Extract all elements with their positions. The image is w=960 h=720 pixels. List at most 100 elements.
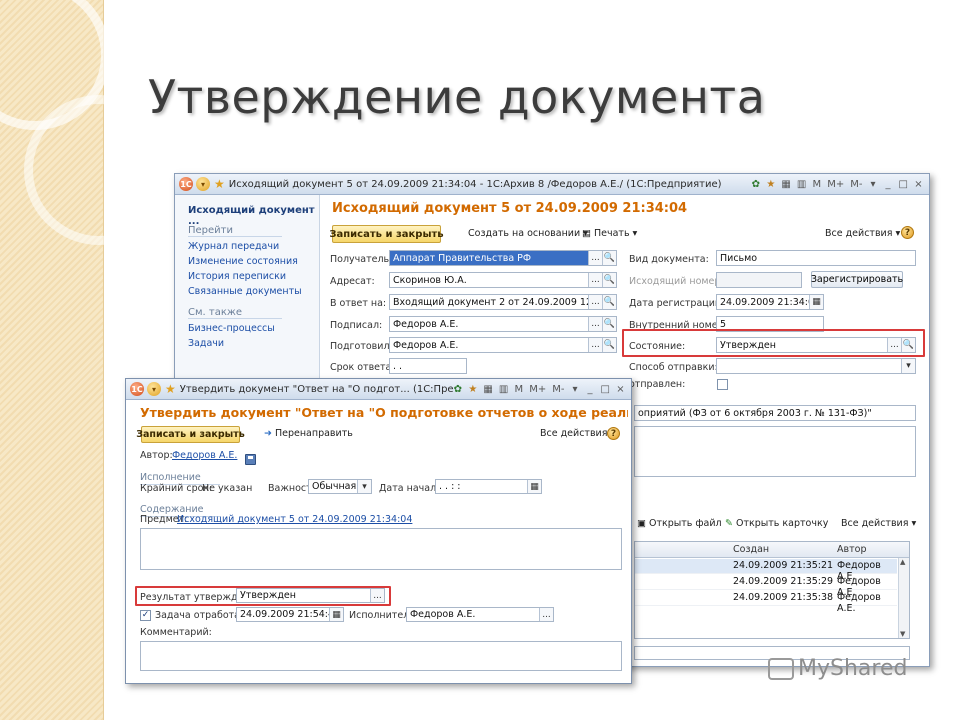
executor-field[interactable]: Федоров А.Е.... bbox=[406, 607, 554, 622]
minimize-button[interactable]: _ bbox=[884, 179, 893, 190]
create-based-on-button[interactable]: Создать на основании ▾ bbox=[468, 228, 588, 239]
search-icon[interactable]: 🔍 bbox=[602, 295, 616, 309]
result-field[interactable]: Утвержден... bbox=[236, 588, 385, 603]
nav-item-state-change[interactable]: Изменение состояния bbox=[188, 254, 302, 269]
calendar-icon[interactable]: ✿ bbox=[751, 179, 760, 190]
dropdown-arrow-icon[interactable]: ▾ bbox=[571, 384, 580, 395]
memory-mminus-button[interactable]: M- bbox=[552, 384, 564, 395]
search-icon[interactable]: 🔍 bbox=[901, 338, 915, 352]
calc-icon[interactable]: ▦ bbox=[781, 179, 790, 190]
doctype-field[interactable]: Письмо bbox=[716, 250, 916, 266]
col-author-header[interactable]: Автор bbox=[837, 544, 866, 555]
history-icon[interactable]: ★ bbox=[766, 179, 775, 190]
comment-area[interactable] bbox=[140, 641, 622, 671]
table-row[interactable]: 24.09.2009 21:35:29 Федоров А.Е. bbox=[635, 575, 897, 598]
open-file-button[interactable]: ▣ Открыть файл bbox=[637, 518, 722, 529]
nav-item-correspondence[interactable]: История переписки bbox=[188, 269, 302, 284]
dropdown-arrow-icon[interactable]: ▾ bbox=[869, 179, 878, 190]
close-button[interactable]: × bbox=[616, 384, 625, 395]
app-1c-icon[interactable]: 1C bbox=[179, 177, 193, 191]
author-link[interactable]: Федоров А.Е. bbox=[172, 450, 237, 461]
recipient-field[interactable]: Аппарат Правительства РФ... 🔍 bbox=[389, 250, 617, 266]
search-icon[interactable]: 🔍 bbox=[602, 317, 616, 331]
maximize-button[interactable]: □ bbox=[899, 179, 908, 190]
addressee-field[interactable]: Скоринов Ю.А.... 🔍 bbox=[389, 272, 617, 288]
prepared-field[interactable]: Федоров А.Е.... 🔍 bbox=[389, 337, 617, 353]
favorite-star-icon[interactable]: ★ bbox=[165, 382, 176, 396]
scroll-up-icon[interactable]: ▲ bbox=[900, 558, 905, 566]
subject-link[interactable]: Исходящий документ 5 от 24.09.2009 21:34… bbox=[177, 514, 412, 525]
save-icon[interactable] bbox=[245, 454, 256, 465]
open-card-button[interactable]: ✎ Открыть карточку bbox=[725, 518, 828, 529]
close-button[interactable]: × bbox=[914, 179, 923, 190]
scroll-down-icon[interactable]: ▼ bbox=[900, 630, 905, 638]
all-actions-button[interactable]: Все действия▾ bbox=[540, 428, 615, 439]
nav-item-tasks[interactable]: Задачи bbox=[188, 336, 275, 351]
sent-checkbox[interactable] bbox=[717, 379, 728, 390]
select-button[interactable]: ... bbox=[887, 338, 901, 352]
all-actions-button[interactable]: Все действия▾ bbox=[825, 228, 900, 239]
search-icon[interactable]: 🔍 bbox=[602, 273, 616, 287]
col-created-header[interactable]: Создан bbox=[733, 544, 769, 555]
note-area[interactable] bbox=[634, 426, 916, 477]
memory-mminus-button[interactable]: M- bbox=[850, 179, 862, 190]
calendar-icon[interactable]: ▦ bbox=[527, 480, 541, 493]
calendar-icon[interactable]: ▦ bbox=[809, 295, 823, 309]
favorite-star-icon[interactable]: ★ bbox=[214, 177, 225, 191]
nav-item-related-docs[interactable]: Связанные документы bbox=[188, 284, 302, 299]
select-button[interactable]: ... bbox=[588, 295, 602, 309]
save-and-close-button[interactable]: Записать и закрыть bbox=[136, 426, 245, 443]
task-done-date-field[interactable]: 24.09.2009 21:54:48▦ bbox=[236, 607, 344, 622]
bookmark-icon[interactable]: ▥ bbox=[499, 384, 508, 395]
calendar-icon[interactable]: ▦ bbox=[329, 608, 343, 621]
memory-m-button[interactable]: M bbox=[514, 384, 523, 395]
select-button[interactable]: ... bbox=[370, 589, 384, 602]
help-icon[interactable]: ? bbox=[607, 427, 620, 440]
redirect-button[interactable]: ➜ Перенаправить bbox=[264, 428, 353, 439]
nav-header[interactable]: Исходящий документ ... bbox=[188, 205, 319, 227]
help-icon[interactable]: ? bbox=[901, 226, 914, 239]
deadline-field[interactable]: . . bbox=[389, 358, 467, 374]
save-and-close-button[interactable]: Записать и закрыть bbox=[329, 225, 444, 243]
memory-mplus-button[interactable]: M+ bbox=[827, 179, 844, 190]
table-scrollbar[interactable]: ▲ ▼ bbox=[898, 558, 909, 638]
search-icon[interactable]: 🔍 bbox=[602, 338, 616, 352]
task-done-checkbox[interactable]: ✓ bbox=[140, 610, 151, 621]
select-button[interactable]: ... bbox=[588, 251, 602, 265]
signed-field[interactable]: Федоров А.Е.... 🔍 bbox=[389, 316, 617, 332]
nav-item-business-processes[interactable]: Бизнес-процессы bbox=[188, 321, 275, 336]
table-row[interactable]: 24.09.2009 21:35:38 Федоров А.Е. bbox=[635, 591, 897, 614]
minimize-button[interactable]: _ bbox=[586, 384, 595, 395]
outnum-field[interactable] bbox=[716, 272, 802, 288]
start-date-field[interactable]: . . : : ▦ bbox=[435, 479, 542, 494]
sendmethod-field[interactable]: ▾ bbox=[716, 358, 916, 374]
regdate-field[interactable]: 24.09.2009 21:34:04▦ bbox=[716, 294, 824, 310]
nav-item-transfer-log[interactable]: Журнал передачи bbox=[188, 239, 302, 254]
importance-select[interactable]: Обычная ▾ bbox=[308, 479, 372, 494]
maximize-button[interactable]: □ bbox=[601, 384, 610, 395]
window-titlebar[interactable]: 1C ▾ ★ Утвердить документ "Ответ на "О п… bbox=[126, 379, 631, 400]
select-button[interactable]: ... bbox=[588, 273, 602, 287]
register-button[interactable]: Зарегистрировать bbox=[811, 271, 903, 288]
menu-arrow-icon[interactable]: ▾ bbox=[196, 177, 210, 191]
history-icon[interactable]: ★ bbox=[468, 384, 477, 395]
calc-icon[interactable]: ▦ bbox=[483, 384, 492, 395]
description-field[interactable]: оприятий (ФЗ от 6 октября 2003 г. № 131-… bbox=[634, 405, 916, 421]
search-icon[interactable]: 🔍 bbox=[602, 251, 616, 265]
memory-mplus-button[interactable]: M+ bbox=[529, 384, 546, 395]
memory-m-button[interactable]: M bbox=[812, 179, 821, 190]
chevron-down-icon[interactable]: ▾ bbox=[901, 359, 915, 373]
bookmark-icon[interactable]: ▥ bbox=[797, 179, 806, 190]
in-reply-field[interactable]: Входящий документ 2 от 24.09.2009 12:50:… bbox=[389, 294, 617, 310]
state-field[interactable]: Утвержден... 🔍 bbox=[716, 337, 916, 353]
menu-arrow-icon[interactable]: ▾ bbox=[147, 382, 161, 396]
files-all-actions-button[interactable]: Все действия ▾ bbox=[841, 518, 916, 529]
table-row[interactable]: 24.09.2009 21:35:21 Федоров А.Е. bbox=[635, 559, 897, 582]
print-button[interactable]: ▤ Печать ▾ bbox=[582, 228, 637, 239]
select-button[interactable]: ... bbox=[539, 608, 553, 621]
subject-description-area[interactable] bbox=[140, 528, 622, 570]
app-1c-icon[interactable]: 1C bbox=[130, 382, 144, 396]
select-button[interactable]: ... bbox=[588, 317, 602, 331]
chevron-down-icon[interactable]: ▾ bbox=[357, 480, 371, 493]
window-titlebar[interactable]: 1C ▾ ★ Исходящий документ 5 от 24.09.200… bbox=[175, 174, 929, 195]
